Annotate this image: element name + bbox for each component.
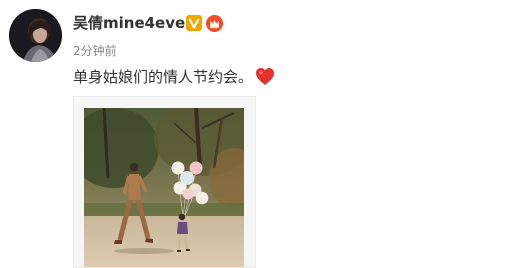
verified-icon[interactable] [186,14,202,32]
member-crown-icon[interactable] [206,14,223,32]
post-text: 单身姑娘们的情人节约会。 [73,68,254,86]
avatar-image [9,9,62,62]
post-photo[interactable] [84,108,244,267]
post-image-card[interactable] [73,96,256,268]
post-time[interactable]: 2分钟前 [73,43,117,59]
red-heart-icon [255,67,275,90]
username[interactable]: 吴倩mine4ever [73,13,193,33]
avatar[interactable] [9,9,62,62]
